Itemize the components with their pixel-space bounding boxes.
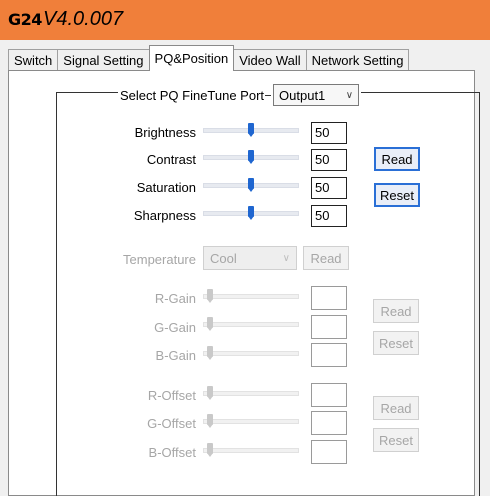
slider-track bbox=[203, 419, 299, 424]
gain-reset-button[interactable]: Reset bbox=[373, 331, 419, 355]
app-window: G24 V4.0.007 Switch Signal Setting PQ&Po… bbox=[0, 0, 490, 496]
contrast-value-field[interactable]: 50 bbox=[311, 149, 347, 171]
saturation-value-field[interactable]: 50 bbox=[311, 177, 347, 199]
port-select-dropdown[interactable]: Output1 ∨ bbox=[273, 84, 360, 106]
g-gain-value-field[interactable] bbox=[311, 315, 347, 339]
pq-read-button[interactable]: Read bbox=[374, 147, 420, 171]
legend-divider bbox=[265, 94, 272, 96]
sharpness-label: Sharpness bbox=[133, 208, 196, 223]
b-offset-slider[interactable] bbox=[203, 441, 299, 459]
slider-track bbox=[203, 391, 299, 396]
slider-track bbox=[203, 322, 299, 327]
slider-thumb[interactable] bbox=[207, 346, 213, 360]
slider-thumb[interactable] bbox=[207, 289, 213, 303]
offset-reset-button[interactable]: Reset bbox=[373, 428, 419, 452]
b-gain-label: B-Gain bbox=[155, 348, 196, 363]
slider-track bbox=[203, 448, 299, 453]
contrast-slider[interactable] bbox=[203, 148, 299, 166]
temperature-dropdown[interactable]: Cool ∨ bbox=[203, 246, 297, 270]
brightness-value-field[interactable]: 50 bbox=[311, 122, 347, 144]
r-offset-label: R-Offset bbox=[147, 388, 196, 403]
slider-thumb[interactable] bbox=[248, 150, 254, 164]
sharpness-value-field[interactable]: 50 bbox=[311, 205, 347, 227]
tab-video-wall[interactable]: Video Wall bbox=[233, 49, 307, 71]
g-offset-slider[interactable] bbox=[203, 412, 299, 430]
saturation-label: Saturation bbox=[136, 180, 196, 195]
b-offset-label: B-Offset bbox=[148, 445, 196, 460]
port-select-row: Select PQ FineTune Port Output1 ∨ bbox=[118, 84, 362, 106]
g-offset-value-field[interactable] bbox=[311, 411, 347, 435]
saturation-slider[interactable] bbox=[203, 176, 299, 194]
slider-thumb[interactable] bbox=[207, 414, 213, 428]
tab-pq-position[interactable]: PQ&Position bbox=[148, 45, 235, 71]
tab-signal-setting[interactable]: Signal Setting bbox=[57, 49, 150, 71]
slider-track bbox=[203, 294, 299, 299]
app-logo: G24 bbox=[8, 10, 42, 29]
tab-switch[interactable]: Switch bbox=[8, 49, 59, 71]
slider-thumb[interactable] bbox=[207, 386, 213, 400]
pq-reset-button[interactable]: Reset bbox=[374, 183, 420, 207]
g-gain-label: G-Gain bbox=[154, 320, 196, 335]
chevron-down-icon: ∨ bbox=[345, 89, 354, 101]
brightness-label: Brightness bbox=[134, 125, 196, 140]
b-offset-value-field[interactable] bbox=[311, 440, 347, 464]
slider-thumb[interactable] bbox=[248, 206, 254, 220]
slider-track bbox=[203, 351, 299, 356]
r-gain-slider[interactable] bbox=[203, 287, 299, 305]
temperature-label: Temperature bbox=[123, 252, 196, 267]
chevron-down-icon: ∨ bbox=[282, 252, 290, 264]
temperature-read-button[interactable]: Read bbox=[303, 246, 349, 270]
slider-thumb[interactable] bbox=[248, 123, 254, 137]
r-offset-slider[interactable] bbox=[203, 384, 299, 402]
r-offset-value-field[interactable] bbox=[311, 383, 347, 407]
port-select-label: Select PQ FineTune Port bbox=[120, 87, 265, 103]
r-gain-value-field[interactable] bbox=[311, 286, 347, 310]
slider-thumb[interactable] bbox=[207, 443, 213, 457]
gain-read-button[interactable]: Read bbox=[373, 299, 419, 323]
slider-thumb[interactable] bbox=[248, 178, 254, 192]
tab-network-setting[interactable]: Network Setting bbox=[305, 49, 410, 71]
slider-thumb[interactable] bbox=[207, 317, 213, 331]
port-select-value: Output1 bbox=[279, 87, 326, 103]
offset-read-button[interactable]: Read bbox=[373, 396, 419, 420]
b-gain-value-field[interactable] bbox=[311, 343, 347, 367]
g-offset-label: G-Offset bbox=[147, 416, 196, 431]
sharpness-slider[interactable] bbox=[203, 204, 299, 222]
r-gain-label: R-Gain bbox=[154, 291, 196, 306]
title-bar: G24 V4.0.007 bbox=[0, 0, 490, 40]
g-gain-slider[interactable] bbox=[203, 315, 299, 333]
b-gain-slider[interactable] bbox=[203, 344, 299, 362]
contrast-label: Contrast bbox=[146, 152, 196, 167]
tab-bar: Switch Signal Setting PQ&Position Video … bbox=[8, 44, 410, 71]
brightness-slider[interactable] bbox=[203, 121, 299, 139]
temperature-value: Cool bbox=[210, 250, 237, 266]
app-version: V4.0.007 bbox=[43, 8, 124, 30]
